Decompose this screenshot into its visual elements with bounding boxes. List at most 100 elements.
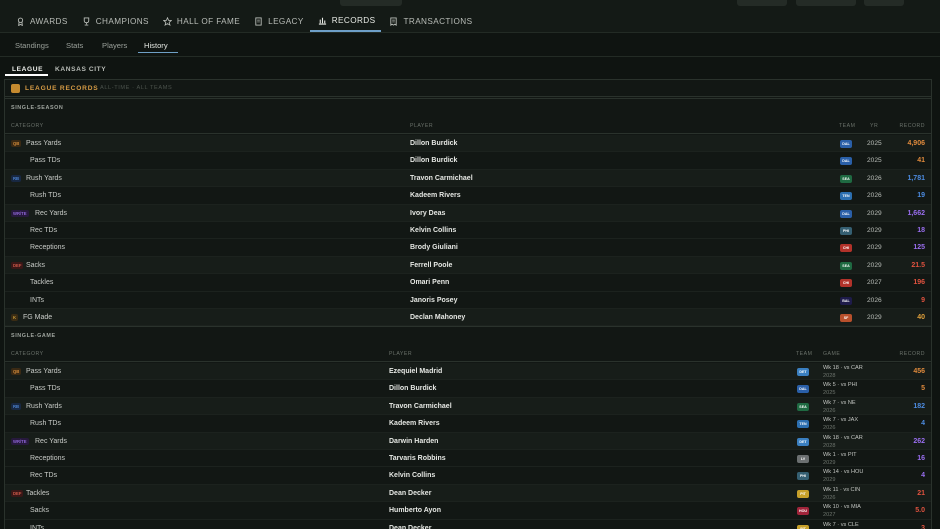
player-name[interactable]: Travon Carmichael bbox=[410, 175, 473, 182]
player-name[interactable]: Dean Decker bbox=[389, 490, 431, 497]
player-name[interactable]: Janoris Posey bbox=[410, 297, 457, 304]
player-name[interactable]: Darwin Harden bbox=[389, 438, 438, 445]
table-row[interactable]: DEF Sacks Ferrell Poole SEA 2029 21.5 bbox=[5, 256, 931, 275]
record-category: FG Made bbox=[23, 314, 53, 321]
player-name[interactable]: Dillon Burdick bbox=[389, 385, 436, 392]
record-value: 1,662 bbox=[907, 209, 925, 217]
table-row[interactable]: Tackles Omari Penn CHI 2027 196 bbox=[5, 274, 931, 292]
table-row[interactable]: INTs Janoris Posey BAL 2026 9 bbox=[5, 292, 931, 309]
position-tag: DEF bbox=[11, 489, 24, 497]
game-matchup: Wk 7 · vs JAX bbox=[823, 417, 859, 424]
record-year: 2029 bbox=[867, 209, 882, 217]
game-info: Wk 18 · vs CAR 2028 bbox=[823, 364, 863, 380]
player-name[interactable]: Declan Mahoney bbox=[410, 314, 465, 321]
player-name[interactable]: Ferrell Poole bbox=[410, 262, 452, 269]
player-name[interactable]: Dillon Burdick bbox=[410, 157, 457, 164]
record-year: 2027 bbox=[867, 279, 882, 287]
nav-records[interactable]: RECORDS bbox=[309, 12, 382, 32]
team-badge: PIT bbox=[797, 524, 809, 529]
nav-champions[interactable]: CHAMPIONS bbox=[74, 12, 155, 32]
player-name[interactable]: Kelvin Collins bbox=[410, 227, 456, 234]
trophy-icon bbox=[11, 84, 20, 93]
player-name[interactable]: Tarvaris Robbins bbox=[389, 455, 446, 462]
nav-hall-of-fame-label: HALL OF FAME bbox=[176, 17, 241, 26]
team-badge: CHI bbox=[840, 244, 852, 253]
nav-transactions-label: TRANSACTIONS bbox=[403, 17, 473, 26]
position-tag: RB bbox=[11, 174, 22, 182]
panel-subtitle: ALL-TIME · ALL TEAMS bbox=[100, 85, 173, 91]
game-year: 2025 bbox=[823, 390, 836, 397]
scope-tab-league[interactable]: LEAGUE bbox=[12, 66, 43, 73]
table-row[interactable]: Sacks Humberto Ayon HOU Wk 10 · vs MIA 2027 5… bbox=[5, 502, 931, 520]
table-row[interactable]: QB Pass Yards Ezequiel Madrid DET Wk 18 · vs… bbox=[5, 363, 931, 381]
record-category: INTs bbox=[30, 296, 44, 304]
record-year: 2026 bbox=[867, 296, 882, 304]
record-value: 40 bbox=[917, 314, 925, 321]
game-matchup: Wk 1 · vs PIT bbox=[823, 452, 857, 458]
table-row[interactable]: Pass TDs Dillon Burdick DAL Wk 5 · vs PHI 20… bbox=[5, 380, 931, 398]
table-row[interactable]: Receptions Tarvaris Robbins LV Wk 1 · vs PI… bbox=[5, 450, 931, 468]
record-value: 4 bbox=[921, 420, 925, 428]
record-value: 4,906 bbox=[907, 140, 925, 147]
player-name[interactable]: Kelvin Collins bbox=[389, 472, 435, 479]
subtab-history[interactable]: History bbox=[144, 41, 168, 50]
subtab-standings[interactable]: Standings bbox=[15, 41, 49, 50]
player-name[interactable]: Travon Carmichael bbox=[389, 403, 452, 410]
table-row[interactable]: Rec TDs Kelvin Collins PHI Wk 14 · vs HOU 20… bbox=[5, 467, 931, 485]
record-value: 125 bbox=[913, 244, 925, 252]
record-category: Tackles bbox=[30, 279, 54, 287]
table-row[interactable]: QB Pass Yards Dillon Burdick DAL 2025 4,906 bbox=[5, 135, 931, 153]
nav-hall-of-fame[interactable]: HALL OF FAME bbox=[155, 12, 246, 32]
table-row[interactable]: RB Rush Yards Travon Carmichael SEA Wk 7 · v… bbox=[5, 397, 931, 416]
subtab-players[interactable]: Players bbox=[102, 41, 127, 50]
table-row[interactable]: WR/TE Rec Yards Ivory Deas DAL 2029 1,662 bbox=[5, 204, 931, 222]
table-row[interactable]: Rec TDs Kelvin Collins PHI 2029 18 bbox=[5, 222, 931, 240]
nav-awards[interactable]: AWARDS bbox=[8, 12, 74, 32]
position-tag: K bbox=[11, 314, 19, 321]
table-row[interactable]: DEF Tackles Dean Decker PIT Wk 11 · vs CIN 20… bbox=[5, 484, 931, 503]
nav-transactions[interactable]: TRANSACTIONS bbox=[381, 12, 478, 32]
player-name[interactable]: Omari Penn bbox=[410, 279, 449, 286]
table-row[interactable]: Rush TDs Kadeem Rivers TEN Wk 7 · vs JAX 202… bbox=[5, 415, 931, 433]
truncated-header-element bbox=[864, 0, 904, 6]
table-row[interactable]: Receptions Brody Giuliani CHI 2029 125 bbox=[5, 239, 931, 257]
record-category: Pass Yards bbox=[26, 140, 62, 147]
table-row[interactable]: Pass TDs Dillon Burdick DAL 2025 41 bbox=[5, 152, 931, 170]
record-category: Receptions bbox=[30, 455, 66, 462]
player-name[interactable]: Brody Giuliani bbox=[410, 244, 458, 251]
player-name[interactable]: Dean Decker bbox=[389, 525, 431, 529]
record-value: 3 bbox=[921, 524, 925, 529]
game-info: Wk 7 · vs CLE2027 bbox=[823, 521, 859, 529]
team-badge: PHI bbox=[840, 227, 852, 235]
player-name[interactable]: Kadeem Rivers bbox=[389, 420, 440, 427]
table-row[interactable]: INTs Dean Decker PIT Wk 7 · vs CLE2027 3 bbox=[5, 520, 931, 529]
position-tag: WR/TE bbox=[11, 437, 29, 445]
team-badge: PIT bbox=[797, 489, 809, 498]
table-row[interactable]: RB Rush Yards Travon Carmichael SEA 2026 1,78… bbox=[5, 169, 931, 188]
player-name[interactable]: Humberto Ayon bbox=[389, 507, 441, 514]
game-info: Wk 14 · vs HOU 2029 bbox=[823, 468, 863, 484]
player-name[interactable]: Kadeem Rivers bbox=[410, 192, 461, 199]
player-name[interactable]: Ezequiel Madrid bbox=[389, 368, 442, 375]
scope-tab-kansas-city[interactable]: KANSAS CITY bbox=[55, 66, 106, 73]
subtab-stats[interactable]: Stats bbox=[66, 41, 83, 50]
record-value: 18 bbox=[917, 227, 925, 234]
player-name[interactable]: Dillon Burdick bbox=[410, 140, 457, 147]
nav-legacy[interactable]: LEGACY bbox=[246, 12, 310, 32]
table-row[interactable]: Rush TDs Kadeem Rivers TEN 2026 19 bbox=[5, 187, 931, 205]
record-value: 262 bbox=[913, 437, 925, 445]
team-badge: SF bbox=[840, 314, 852, 322]
record-value: 21 bbox=[917, 489, 925, 497]
record-category: Rush TDs bbox=[30, 192, 61, 200]
table-row[interactable]: WR/TE Rec Yards Darwin Harden DET Wk 18 · vs… bbox=[5, 432, 931, 450]
game-matchup: Wk 18 · vs CAR bbox=[823, 365, 863, 371]
table-row[interactable]: K FG Made Declan Mahoney SF 2029 40 bbox=[5, 309, 931, 327]
team-badge: DET bbox=[797, 437, 809, 446]
team-badge: SEA bbox=[840, 174, 852, 183]
player-name[interactable]: Ivory Deas bbox=[410, 210, 445, 217]
record-category: Rush Yards bbox=[26, 402, 62, 410]
col-year: YR bbox=[870, 123, 879, 129]
star-icon bbox=[162, 17, 172, 26]
game-year: 2026 bbox=[823, 494, 836, 501]
game-matchup: Wk 10 · vs MIA bbox=[823, 504, 861, 511]
